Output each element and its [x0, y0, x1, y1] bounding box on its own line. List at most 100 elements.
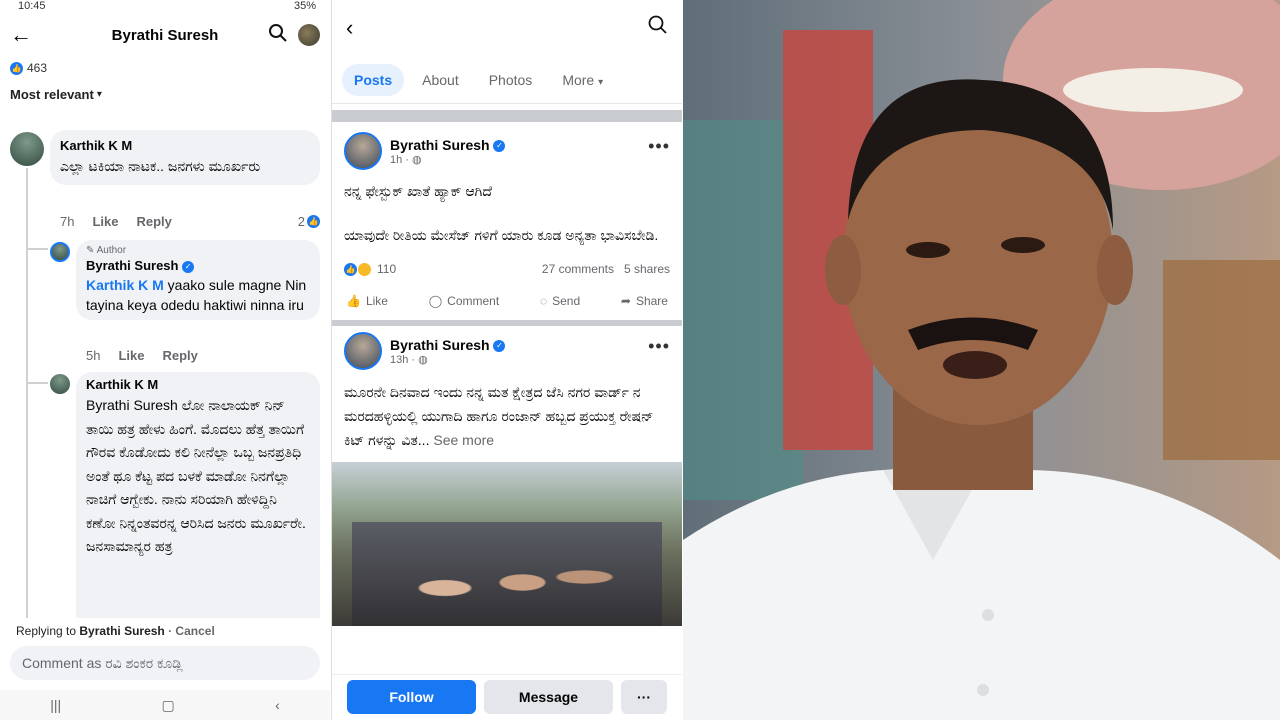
comment-text: ಎಲ್ಲಾ ಟಕಿಯಾ ನಾಟಕ.. ಜನಗಳು ಮೂರ್ಖರು	[60, 158, 261, 174]
reaction-count[interactable]: 2 👍	[298, 214, 320, 229]
profile-action-bar: Follow Message ···	[332, 674, 682, 720]
post-options-icon[interactable]: •••	[648, 336, 670, 357]
caret-down-icon: ▾	[598, 76, 604, 88]
back-chevron-icon[interactable]: ‹	[346, 15, 353, 41]
likes-summary[interactable]: 👍 463	[0, 58, 330, 78]
see-more-link[interactable]: See more	[433, 432, 494, 448]
post-photo[interactable]	[332, 462, 682, 626]
comment-input[interactable]: Comment as ರವಿ ಶಂಕರ ಕೂಡ್ಲಿ	[10, 646, 320, 680]
post-card: Byrathi Suresh ✓ 1h · ◍ ••• ನನ್ನ ಫೇಸ್ಬುಕ…	[332, 122, 682, 308]
thread-line	[26, 168, 28, 618]
post-actions: 👍 Like ◯ Comment ◌ Send ➦ Share	[344, 294, 670, 308]
post-time: 1h · ◍	[390, 153, 422, 166]
comment-bubble[interactable]: Karthik K M Byrathi Suresh ಲೋ ನಾಲಾಯಕ್ ನಿ…	[76, 372, 320, 632]
replying-to-name: Byrathi Suresh	[79, 624, 165, 638]
commenter-name[interactable]: Karthik K M	[86, 376, 310, 394]
post-stats: 👍 110 27 comments 5 shares	[344, 262, 670, 276]
comments-screen: 10:45 35% ← Byrathi Suresh 👍 463 Most re…	[0, 0, 330, 720]
haha-reaction-icon	[358, 262, 371, 276]
chevron-down-icon: ▾	[96, 88, 102, 100]
like-reaction-icon: 👍	[344, 262, 357, 276]
commenter-name[interactable]: Byrathi Suresh ✓	[86, 257, 310, 275]
reply-button[interactable]: Reply	[162, 348, 197, 363]
tab-posts[interactable]: Posts	[342, 63, 405, 96]
likes-count: 463	[27, 61, 48, 75]
reply-button[interactable]: Reply	[136, 214, 171, 229]
comment-text: Byrathi Suresh ಲೋ ನಾಲಾಯಕ್ ನಿನ್ ತಾಯಿ ಹತ್ರ…	[86, 397, 306, 554]
back-arrow-icon[interactable]: ←	[10, 22, 32, 48]
cancel-reply-button[interactable]: · Cancel	[168, 624, 215, 638]
comment-bubble-icon: ◯	[428, 294, 443, 308]
send-button[interactable]: ◌ Send	[540, 294, 580, 308]
post-text: ಮೂರನೇ ದಿನವಾದ ಇಂದು ನನ್ನ ಮತ ಕ್ಷೇತ್ರದ ಜೆಸಿ …	[344, 384, 654, 448]
search-icon[interactable]	[648, 15, 668, 41]
reply-composer: Replying to Byrathi Suresh · Cancel Comm…	[0, 618, 330, 720]
comment-button[interactable]: ◯ Comment	[429, 294, 499, 308]
tab-more[interactable]: More ▾	[550, 64, 615, 96]
avatar[interactable]	[344, 132, 382, 170]
message-button[interactable]: Message	[484, 679, 613, 714]
comment-bubble[interactable]: Karthik K M ಎಲ್ಲಾ ಟಕಿಯಾ ನಾಟಕ.. ಜನಗಳು ಮೂರ…	[50, 130, 320, 185]
comment-bubble[interactable]: ✎ Author Byrathi Suresh ✓ Karthik K M ya…	[76, 240, 320, 320]
sort-label: Most relevant	[10, 86, 94, 102]
tab-about[interactable]: About	[410, 64, 471, 96]
status-time: 10:45	[18, 0, 46, 12]
back-icon[interactable]: ‹	[275, 697, 280, 713]
section-divider	[332, 110, 682, 122]
profile-tabs: Posts About Photos More ▾	[332, 56, 682, 104]
reactions-summary[interactable]: 👍 110	[344, 262, 396, 276]
globe-icon: ◍	[412, 153, 422, 166]
verified-badge-icon: ✓	[182, 260, 195, 273]
home-icon[interactable]: ▢	[162, 697, 175, 714]
comment-actions: 5h Like Reply	[86, 348, 198, 363]
shares-count[interactable]: 5 shares	[624, 262, 670, 276]
post-time: 13h · ◍	[390, 353, 428, 366]
like-button[interactable]: 👍 Like	[346, 294, 388, 308]
post-options-icon[interactable]: •••	[648, 136, 670, 157]
verified-badge-icon: ✓	[493, 339, 506, 352]
commenter-name[interactable]: Karthik K M	[60, 137, 310, 155]
tab-photos[interactable]: Photos	[477, 64, 545, 96]
post-card: Byrathi Suresh ✓ 13h · ◍ ••• ಮೂರನೇ ದಿನವಾ…	[332, 326, 682, 452]
comment-actions: 7h Like Reply 2 👍	[60, 214, 320, 229]
like-reaction-icon: 👍	[307, 215, 320, 228]
avatar[interactable]	[50, 374, 70, 394]
thread-branch	[26, 248, 48, 250]
portrait-image	[683, 0, 1280, 720]
comment-text: Karthik K M yaako sule magne Nin tayina …	[86, 277, 307, 313]
globe-icon: ◍	[418, 353, 428, 366]
verified-badge-icon: ✓	[493, 139, 506, 152]
replying-to-label: Replying to Byrathi Suresh · Cancel	[16, 624, 215, 638]
comments-header: ← Byrathi Suresh	[0, 12, 330, 58]
messenger-icon: ◌	[539, 294, 548, 308]
post-text: ನನ್ನ ಫೇಸ್ಬುಕ್ ಖಾತೆ ಹ್ಯಾಕ್ ಆಗಿದೆ ಯಾವುದೇ ರ…	[344, 183, 659, 243]
android-nav-bar: ||| ▢ ‹	[0, 690, 330, 720]
avatar[interactable]	[344, 332, 382, 370]
like-button[interactable]: Like	[118, 348, 144, 363]
thumbs-up-icon: 👍	[346, 294, 361, 308]
comment-time: 5h	[86, 348, 101, 363]
portrait-photo	[683, 0, 1280, 720]
profile-avatar[interactable]	[298, 24, 320, 46]
search-icon[interactable]	[268, 23, 288, 48]
follow-button[interactable]: Follow	[347, 679, 476, 714]
author-badge: ✎ Author	[86, 245, 127, 256]
comment-time: 7h	[60, 214, 75, 229]
like-button[interactable]: Like	[92, 214, 118, 229]
share-button[interactable]: ➦ Share	[621, 294, 668, 308]
avatar[interactable]	[10, 132, 44, 166]
post-author[interactable]: Byrathi Suresh ✓	[390, 337, 506, 353]
comments-count[interactable]: 27 comments	[542, 262, 614, 276]
status-bar: 10:45 35%	[0, 0, 330, 12]
post-author[interactable]: Byrathi Suresh ✓	[390, 137, 506, 153]
status-battery: 35%	[293, 0, 316, 12]
mention-link[interactable]: Karthik K M	[86, 277, 164, 293]
like-reaction-icon: 👍	[10, 61, 23, 75]
more-options-button[interactable]: ···	[621, 679, 667, 714]
feed-header: ‹	[332, 0, 682, 56]
profile-feed-screen: ‹ Posts About Photos More ▾ Byrathi Sure…	[331, 0, 682, 720]
recents-icon[interactable]: |||	[50, 697, 61, 713]
avatar[interactable]	[50, 242, 70, 262]
sort-dropdown[interactable]: Most relevant ▾	[0, 80, 330, 108]
thread-branch	[26, 382, 48, 384]
